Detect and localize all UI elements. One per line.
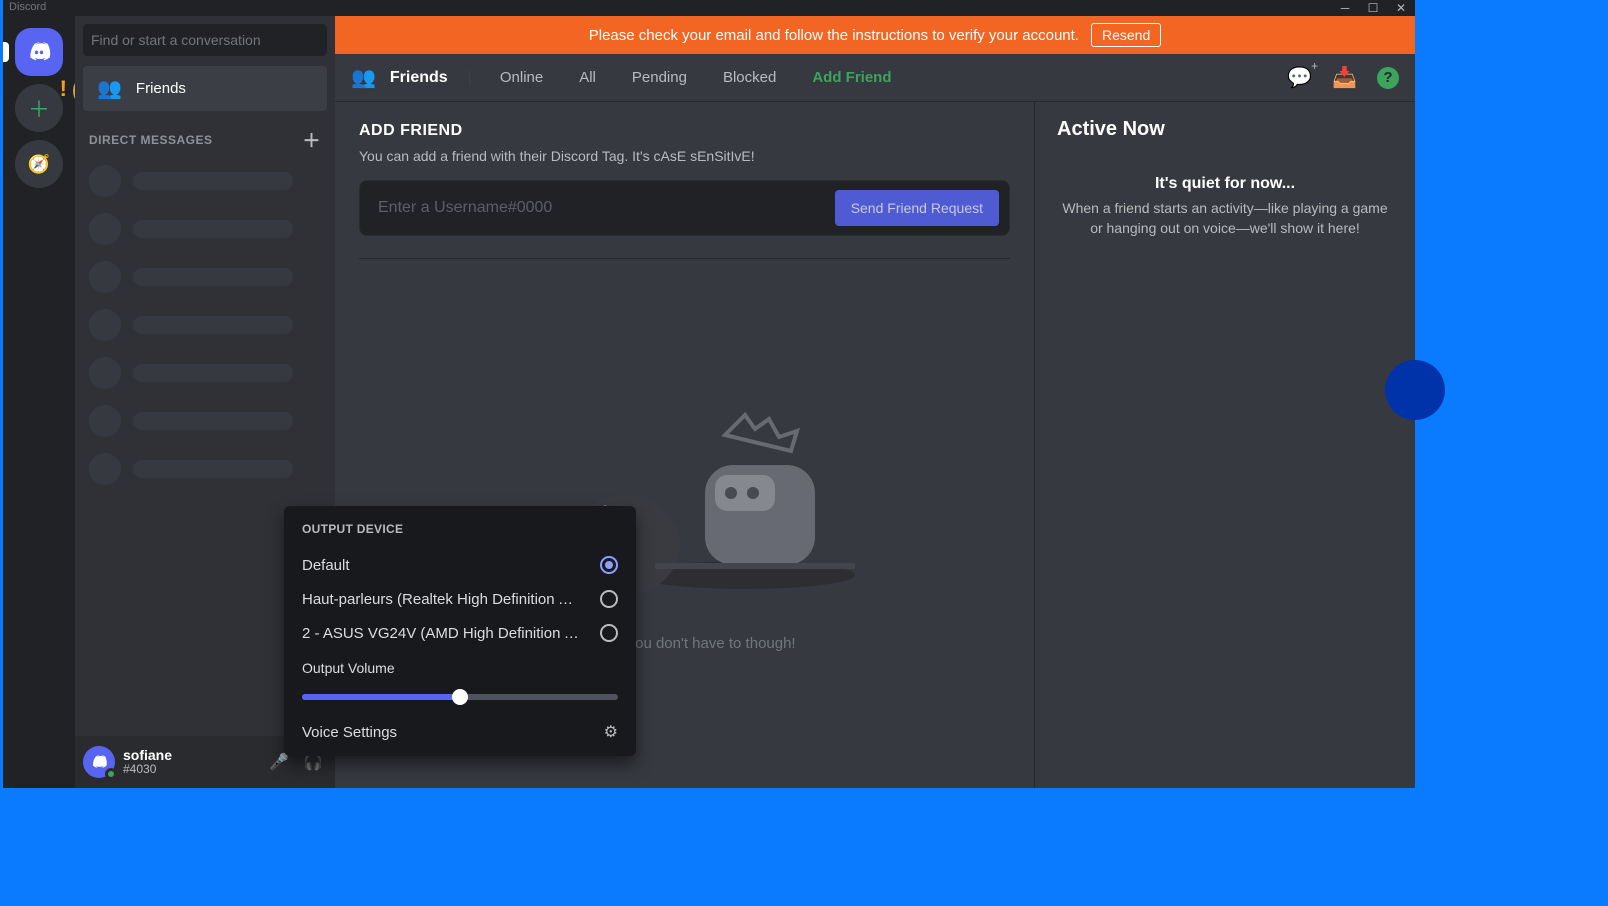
option-label: Default xyxy=(302,557,350,574)
slider-fill xyxy=(302,694,460,700)
friends-icon: 👥 xyxy=(351,65,376,90)
maximize-button[interactable]: ☐ xyxy=(1359,0,1387,16)
new-group-dm-icon[interactable]: 💬+ xyxy=(1287,65,1312,90)
output-volume-slider[interactable] xyxy=(302,686,618,706)
home-button[interactable] xyxy=(15,28,63,76)
tab-all[interactable]: All xyxy=(571,67,604,88)
slider-thumb[interactable] xyxy=(452,689,468,705)
active-now-panel: Active Now It's quiet for now... When a … xyxy=(1035,102,1415,788)
compass-icon: 🧭 xyxy=(28,154,50,175)
search-placeholder: Find or start a conversation xyxy=(91,32,261,48)
user-tag: #4030 xyxy=(123,763,172,776)
popover-header: OUTPUT DEVICE xyxy=(302,522,618,536)
explore-button[interactable]: 🧭 xyxy=(15,140,63,188)
quiet-body: When a friend starts an activity—like pl… xyxy=(1057,199,1393,238)
tab-online[interactable]: Online xyxy=(492,67,551,88)
new-dm-button[interactable]: ＋ xyxy=(303,127,322,153)
sidebar-item-friends[interactable]: 👥 Friends xyxy=(83,66,327,111)
tab-add-friend[interactable]: Add Friend xyxy=(804,67,899,88)
dm-placeholder xyxy=(75,349,335,397)
user-info[interactable]: sofiane #4030 xyxy=(123,748,172,777)
username-input[interactable] xyxy=(378,199,835,217)
dm-header: DIRECT MESSAGES ＋ xyxy=(75,113,335,157)
add-friend-box: Send Friend Request xyxy=(359,180,1010,236)
tab-blocked[interactable]: Blocked xyxy=(715,67,784,88)
output-device-popover: OUTPUT DEVICE Default Haut-parleurs (Rea… xyxy=(284,506,636,756)
dm-placeholder xyxy=(75,397,335,445)
server-rail: ＋ ! 🧭 xyxy=(3,16,75,788)
output-volume-label: Output Volume xyxy=(302,660,618,676)
send-friend-request-button[interactable]: Send Friend Request xyxy=(835,190,999,226)
dm-placeholder xyxy=(75,301,335,349)
plus-icon: ＋ xyxy=(28,92,50,124)
option-label: Haut-parleurs (Realtek High Definition A… xyxy=(302,591,582,608)
voice-settings-label: Voice Settings xyxy=(302,724,397,741)
dm-placeholder xyxy=(75,205,335,253)
search-input[interactable]: Find or start a conversation xyxy=(83,24,327,56)
discord-logo-icon xyxy=(90,753,108,771)
dm-placeholder xyxy=(75,253,335,301)
dm-placeholder xyxy=(75,157,335,205)
user-name: sofiane xyxy=(123,748,172,763)
topbar: 👥 Friends | Online All Pending Blocked A… xyxy=(335,54,1415,102)
add-server-button[interactable]: ＋ ! xyxy=(15,84,63,132)
voice-settings-row[interactable]: Voice Settings ⚙ xyxy=(302,722,618,742)
tab-pending[interactable]: Pending xyxy=(624,67,695,88)
radio-icon xyxy=(600,624,618,642)
option-label: 2 - ASUS VG24V (AMD High Definition A... xyxy=(302,625,582,642)
output-option-asus[interactable]: 2 - ASUS VG24V (AMD High Definition A... xyxy=(302,616,618,650)
active-indicator xyxy=(3,42,9,62)
quiet-title: It's quiet for now... xyxy=(1057,175,1393,193)
topbar-friends-label: Friends xyxy=(390,69,448,87)
minimize-button[interactable]: ─ xyxy=(1331,0,1359,16)
gear-icon: ⚙ xyxy=(604,722,618,742)
help-icon[interactable]: ? xyxy=(1377,67,1399,89)
discord-logo-icon xyxy=(26,39,52,65)
dm-header-label: DIRECT MESSAGES xyxy=(89,133,213,147)
status-online-icon xyxy=(105,768,117,780)
add-friend-sub: You can add a friend with their Discord … xyxy=(359,148,1010,164)
verify-banner: Please check your email and follow the i… xyxy=(335,16,1415,54)
active-now-heading: Active Now xyxy=(1057,118,1393,141)
resend-button[interactable]: Resend xyxy=(1091,23,1161,47)
dm-placeholder xyxy=(75,445,335,493)
close-button[interactable]: ✕ xyxy=(1387,0,1415,16)
friends-icon: 👥 xyxy=(97,76,122,101)
window-title: Discord xyxy=(9,1,46,13)
avatar[interactable] xyxy=(83,746,115,778)
output-option-realtek[interactable]: Haut-parleurs (Realtek High Definition A… xyxy=(302,582,618,616)
output-option-default[interactable]: Default xyxy=(302,548,618,582)
side-blob xyxy=(1385,360,1445,420)
inbox-icon[interactable]: 📥 xyxy=(1332,65,1357,90)
radio-icon xyxy=(600,590,618,608)
radio-selected-icon xyxy=(600,556,618,574)
friends-label: Friends xyxy=(136,80,186,97)
titlebar: Discord ─ ☐ ✕ xyxy=(3,0,1415,16)
add-friend-heading: ADD FRIEND xyxy=(359,122,1010,140)
banner-text: Please check your email and follow the i… xyxy=(589,27,1079,44)
alert-icon: ! xyxy=(60,76,67,102)
